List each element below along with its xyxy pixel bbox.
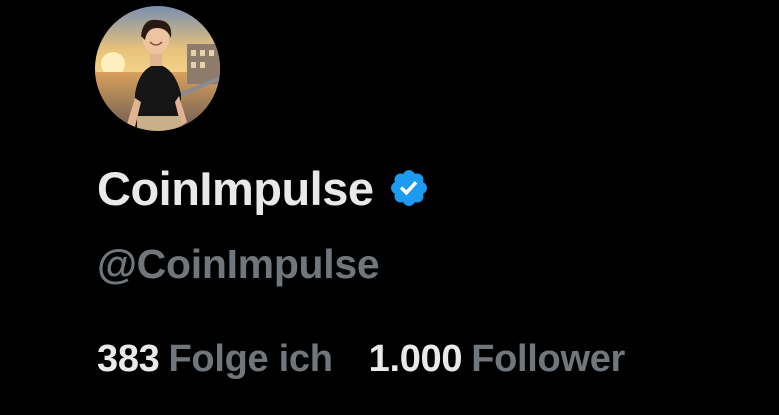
name-row: CoinImpulse <box>97 158 430 218</box>
profile-header: CoinImpulse @CoinImpulse 383 Folge ich 1… <box>0 0 779 415</box>
display-name: CoinImpulse <box>97 161 374 215</box>
handle: @CoinImpulse <box>97 241 380 287</box>
following-count: 383 <box>97 338 160 380</box>
avatar-image <box>95 6 220 131</box>
following-link[interactable]: 383 Folge ich <box>97 340 333 378</box>
following-label: Folge ich <box>168 338 333 380</box>
followers-link[interactable]: 1.000 Follower <box>368 338 626 380</box>
profile-stats: 383 Folge ich 1.000 Follower <box>97 340 625 378</box>
followers-label: Follower <box>471 338 626 380</box>
verified-badge-icon[interactable] <box>388 167 430 209</box>
followers-count: 1.000 <box>368 338 463 380</box>
avatar[interactable] <box>95 6 220 131</box>
